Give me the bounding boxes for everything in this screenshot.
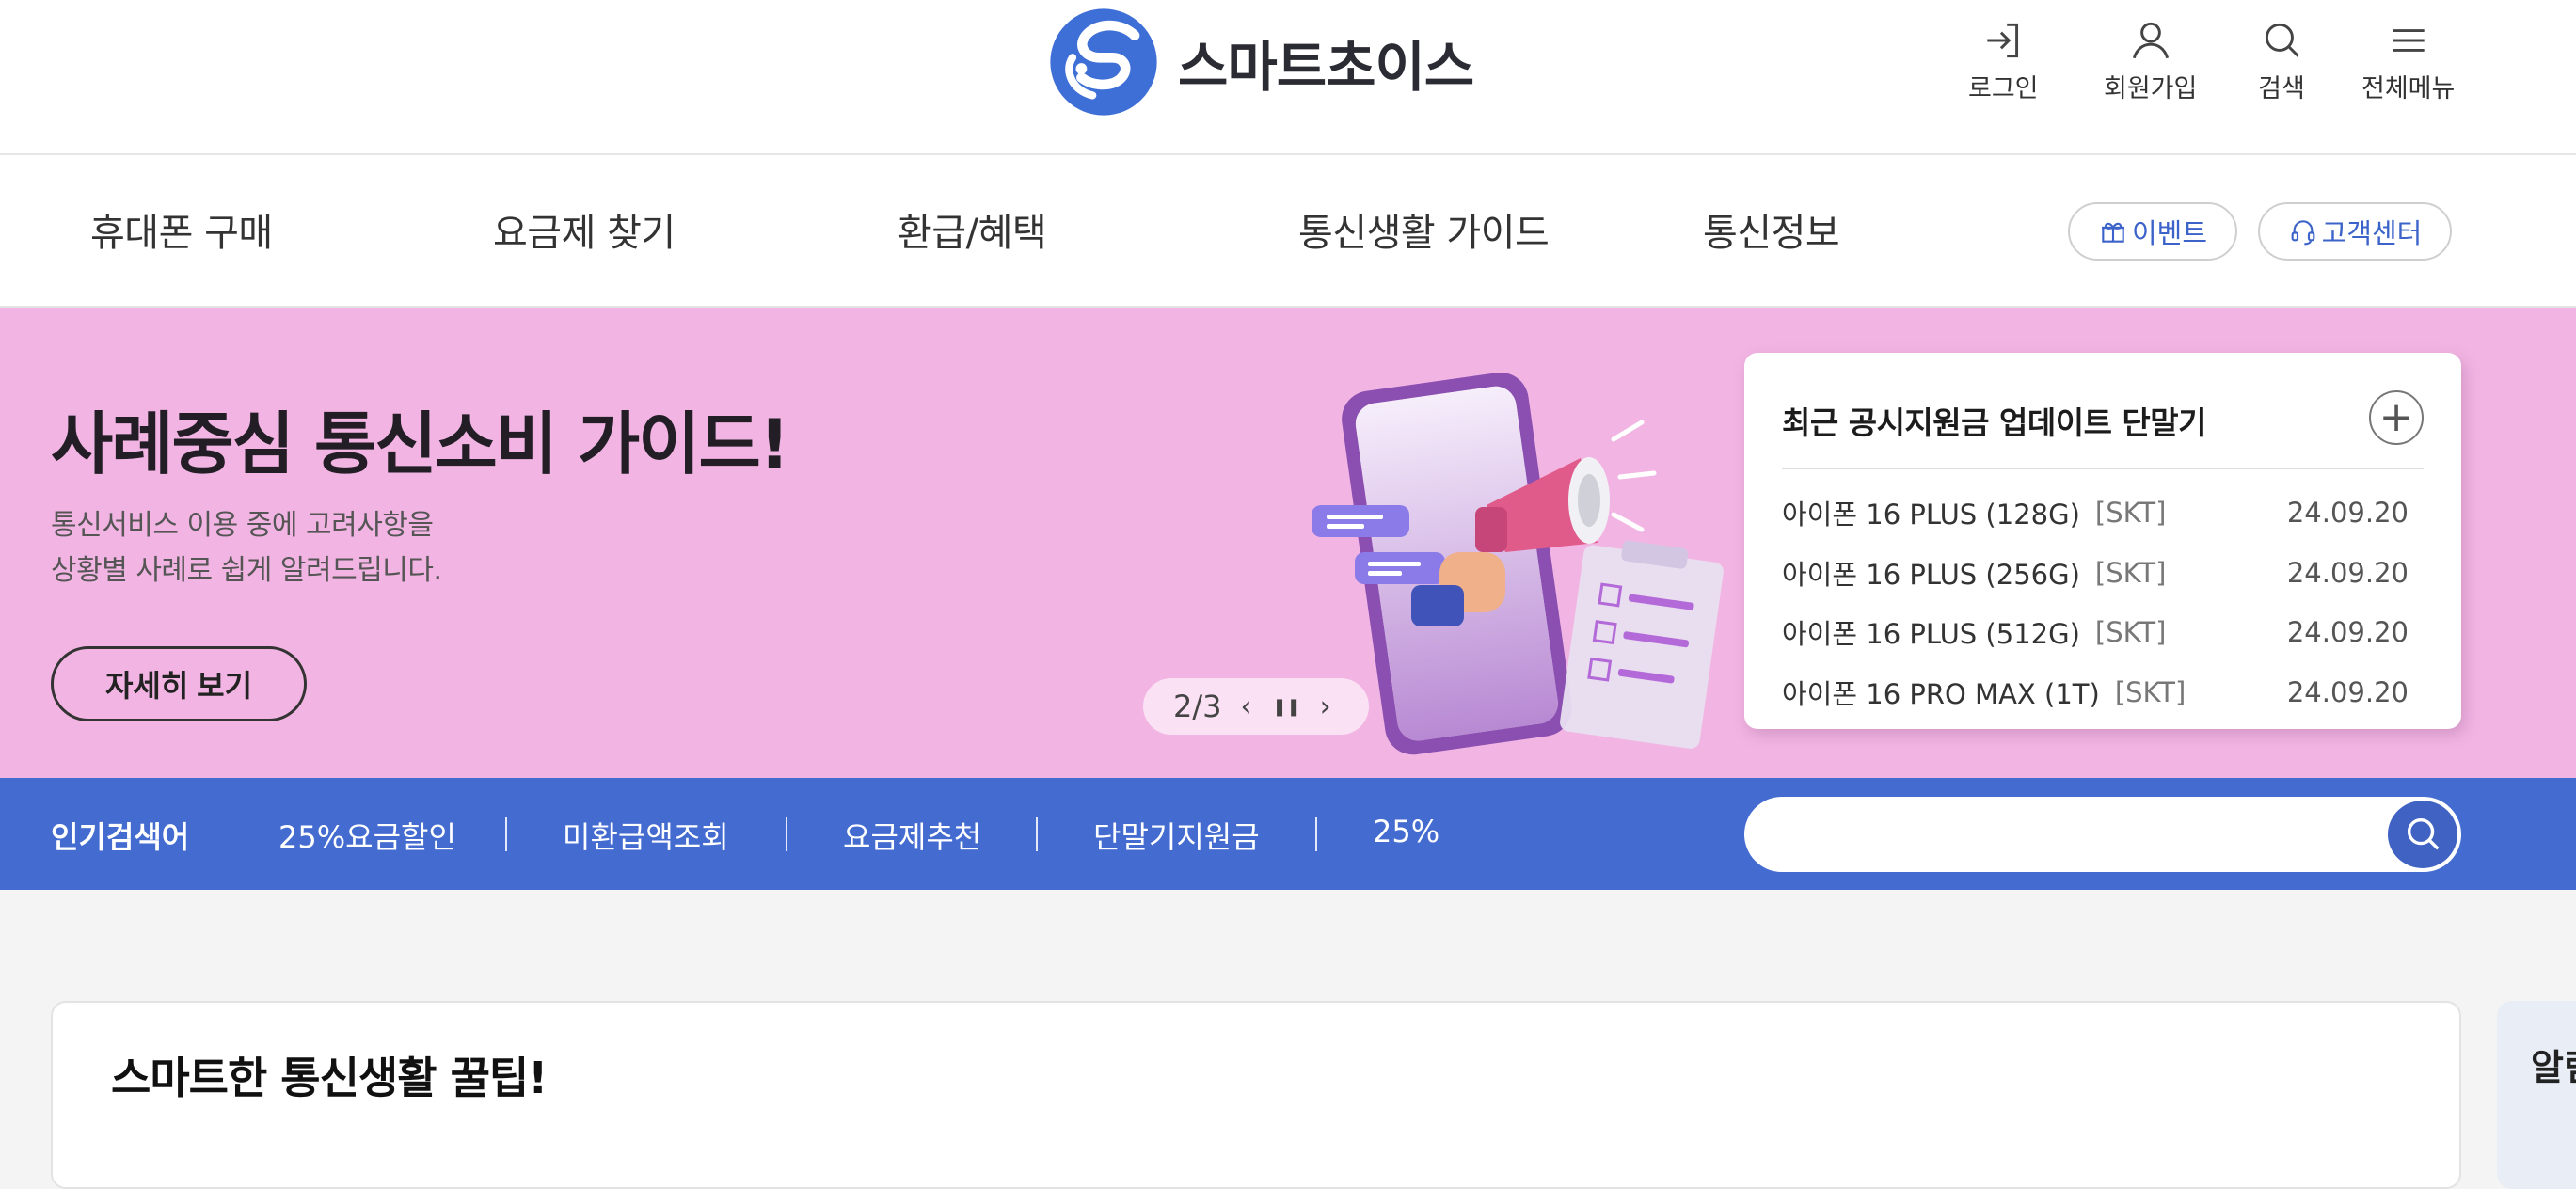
update-date: 24.09.20 [2286,676,2409,708]
update-date: 24.09.20 [2286,497,2409,529]
panel-divider [1782,468,2424,469]
headset-icon [2291,220,2315,246]
panel-more-button[interactable]: + [2369,390,2424,445]
list-item[interactable]: 아이폰 16 PLUS (128G) [SKT] 24.09.20 [1782,494,2409,531]
popular-search-bar: 인기검색어 25%요금할인 미환급액조회 요금제추천 단말기지원금 25% [0,778,2576,890]
popular-search-label: 인기검색어 [51,819,190,855]
hero-banner: 사례중심 통신소비 가이드! 통신서비스 이용 중에 고려사항을 상황별 사례로… [0,308,2576,778]
notice-title: 알림 [2531,1047,2576,1088]
all-menu-label: 전체메뉴 [2361,74,2456,103]
login-button[interactable]: 로그인 [1968,17,2039,104]
device-carrier: [SKT] [2094,616,2167,648]
keyword-divider [505,817,507,851]
pager-count: 2/3 [1173,689,1222,724]
brand-name: 스마트초이스 [1178,35,1474,99]
list-item[interactable]: 아이폰 16 PRO MAX (1T) [SKT] 24.09.20 [1782,674,2409,711]
search-icon [2265,23,2299,57]
keyword-link[interactable]: 요금제추천 [843,814,981,857]
gift-icon [2101,222,2124,243]
search-button[interactable]: 검색 [2258,17,2305,104]
user-icon [2132,22,2169,59]
tips-title: 스마트한 통신생활 꿀팁! [111,1053,548,1103]
nav-plan-finder[interactable]: 요금제 찾기 [493,202,676,257]
tips-section: 스마트한 통신생활 꿀팁! [51,1001,2461,1189]
nav-telecom-guide[interactable]: 통신생활 가이드 [1298,202,1550,257]
keyword-link[interactable]: 25%요금할인 [278,814,456,857]
search-label: 검색 [2258,74,2305,103]
event-label: 이벤트 [2131,217,2208,249]
signup-label: 회원가입 [2104,74,2198,103]
pager-pause-button[interactable]: ❚❚ [1273,697,1301,717]
subsidy-update-panel: 최근 공시지원금 업데이트 단말기 + 아이폰 16 PLUS (128G) [… [1744,353,2461,729]
notice-panel: 알림 [2497,1001,2576,1189]
signup-button[interactable]: 회원가입 [2104,17,2197,104]
keyword-divider [786,817,787,851]
banner-pager: 2/3 ‹ ❚❚ › [1143,678,1369,735]
device-carrier: [SKT] [2094,557,2167,589]
device-carrier: [SKT] [2094,497,2167,529]
search-box [1744,797,2461,872]
site-logo[interactable]: 스마트초이스 [1048,6,1474,119]
device-model: 아이폰 16 PLUS (512G) [1782,618,2080,650]
device-model: 아이폰 16 PRO MAX (1T) [1782,678,2100,710]
all-menu-button[interactable]: 전체메뉴 [2361,17,2455,104]
update-date: 24.09.20 [2286,557,2409,589]
keyword-link[interactable]: 미환급액조회 [563,814,729,857]
logo-mark-icon [1050,8,1157,116]
panel-title: 최근 공시지원금 업데이트 단말기 [1782,404,2207,441]
keyword-link[interactable]: 25% [1373,814,1439,849]
main-navigation: 휴대폰 구매 요금제 찾기 환급/혜택 통신생활 가이드 통신정보 이벤트 고객… [0,155,2576,308]
search-submit-button[interactable] [2388,801,2457,868]
keyword-divider [1315,817,1317,851]
update-date: 24.09.20 [2286,616,2409,648]
keyword-link[interactable]: 단말기지원금 [1093,814,1260,857]
hero-detail-button[interactable]: 자세히 보기 [51,646,307,721]
event-button[interactable]: 이벤트 [2068,202,2237,261]
pager-prev-button[interactable]: ‹ [1241,690,1252,723]
nav-phone-purchase[interactable]: 휴대폰 구매 [90,202,273,257]
pager-next-button[interactable]: › [1320,690,1331,723]
customer-center-button[interactable]: 고객센터 [2258,202,2452,261]
top-header: 스마트초이스 로그인 회원가입 검색 전체메뉴 [0,0,2576,155]
nav-refund-benefit[interactable]: 환급/혜택 [898,202,1047,257]
login-icon [1987,23,2019,58]
search-icon [2407,817,2440,850]
list-item[interactable]: 아이폰 16 PLUS (512G) [SKT] 24.09.20 [1782,613,2409,651]
list-item[interactable]: 아이폰 16 PLUS (256G) [SKT] 24.09.20 [1782,554,2409,592]
customer-center-label: 고객센터 [2321,217,2423,249]
hero-title: 사례중심 통신소비 가이드! [51,404,790,484]
keyword-divider [1036,817,1038,851]
device-model: 아이폰 16 PLUS (128G) [1782,499,2080,531]
hero-description: 통신서비스 이용 중에 고려사항을 상황별 사례로 쉽게 알려드립니다. [51,509,442,587]
device-carrier: [SKT] [2114,676,2186,708]
search-input[interactable] [1782,812,2365,857]
nav-telecom-info[interactable]: 통신정보 [1703,202,1840,257]
hamburger-icon [2393,29,2425,52]
device-model: 아이폰 16 PLUS (256G) [1782,559,2080,591]
login-label: 로그인 [1968,74,2039,103]
